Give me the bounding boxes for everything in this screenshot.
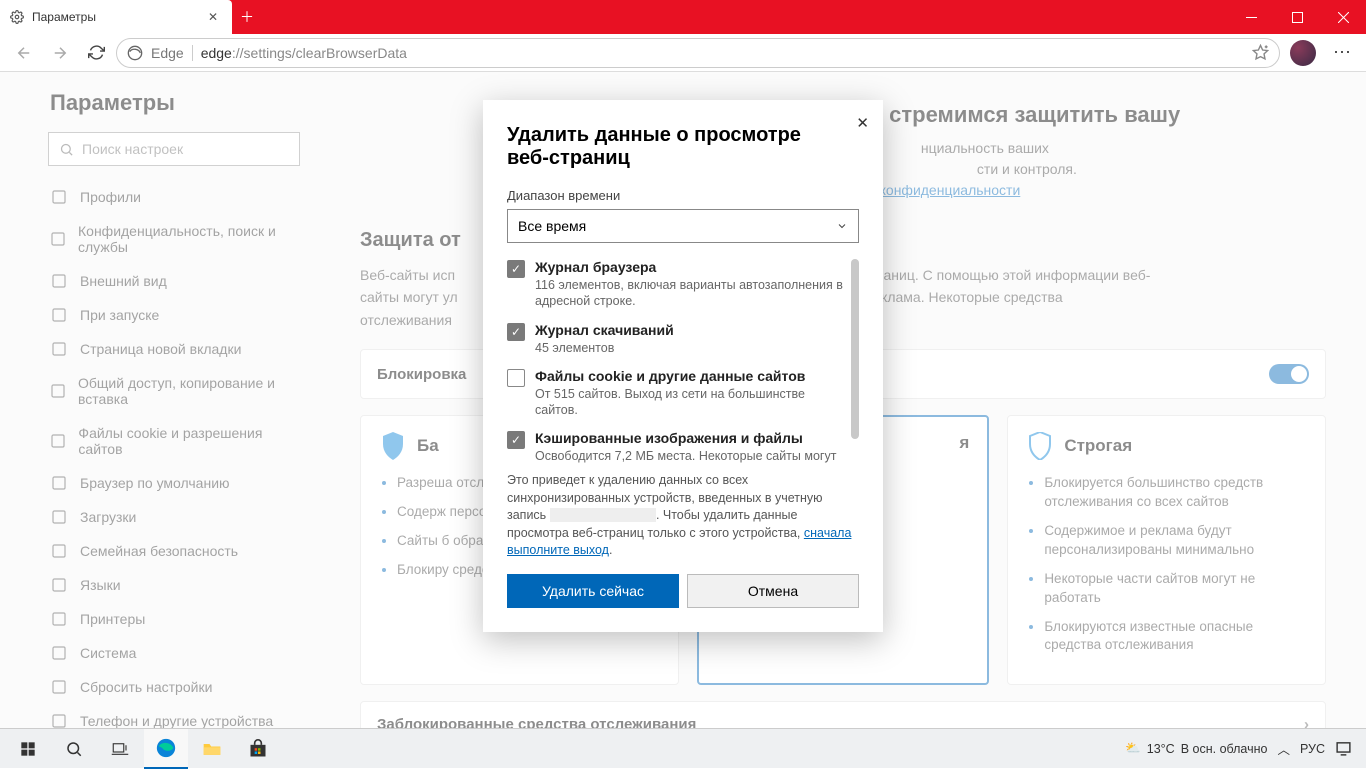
start-button[interactable] — [6, 729, 50, 769]
clear-item-title: Журнал скачиваний — [535, 322, 674, 338]
forward-button[interactable] — [44, 37, 76, 69]
checkbox-icon[interactable] — [507, 369, 525, 387]
taskview-button[interactable] — [98, 729, 142, 769]
refresh-button[interactable] — [80, 37, 112, 69]
clear-data-item[interactable]: Файлы cookie и другие данные сайтов От 51… — [507, 368, 849, 419]
store-taskbar-icon[interactable] — [236, 729, 280, 769]
checkbox-icon[interactable]: ✓ — [507, 431, 525, 449]
tab-title: Параметры — [32, 10, 96, 24]
weather-widget[interactable]: ⛅ 13°C В осн. облачно — [1125, 741, 1267, 756]
minimize-button[interactable] — [1228, 0, 1274, 34]
close-tab-icon[interactable]: ✕ — [204, 8, 222, 26]
profile-avatar[interactable] — [1290, 40, 1316, 66]
browser-tab[interactable]: Параметры ✕ — [0, 0, 232, 34]
back-button[interactable] — [8, 37, 40, 69]
clear-data-item[interactable]: ✓ Журнал браузера 116 элементов, включая в… — [507, 259, 849, 310]
clear-item-title: Кэшированные изображения и файлы — [535, 430, 836, 446]
clear-item-title: Журнал браузера — [535, 259, 849, 275]
checkbox-icon[interactable]: ✓ — [507, 260, 525, 278]
dialog-note: Это приведет к удалению данных со всех с… — [507, 472, 859, 560]
language-indicator[interactable]: РУС — [1300, 742, 1325, 756]
new-tab-button[interactable]: ＋ — [232, 0, 262, 34]
address-url: edge://settings/clearBrowserData — [201, 45, 407, 61]
tray-chevron-icon[interactable]: ︿ — [1277, 739, 1290, 758]
taskbar: ⛅ 13°C В осн. облачно ︿ РУС — [0, 728, 1366, 768]
titlebar: Параметры ✕ ＋ — [0, 0, 1366, 34]
weather-icon: ⛅ — [1125, 741, 1141, 756]
clear-item-title: Файлы cookie и другие данные сайтов — [535, 368, 849, 384]
clear-now-button[interactable]: Удалить сейчас — [507, 574, 679, 608]
checkbox-icon[interactable]: ✓ — [507, 323, 525, 341]
more-menu-button[interactable]: ⋯ — [1326, 42, 1358, 63]
maximize-button[interactable] — [1274, 0, 1320, 34]
clear-item-desc: От 515 сайтов. Выход из сети на большинс… — [535, 386, 849, 419]
chevron-down-icon — [836, 220, 848, 232]
time-range-select[interactable]: Все время — [507, 209, 859, 243]
favorite-icon[interactable] — [1252, 44, 1269, 61]
edge-logo-icon — [127, 45, 143, 61]
clear-data-dialog: ✕ Удалить данные о просмотре веб-страниц… — [483, 100, 883, 632]
gear-icon — [10, 10, 24, 24]
dialog-close-button[interactable]: ✕ — [856, 114, 869, 132]
clear-data-item[interactable]: ✓ Журнал скачиваний 45 элементов — [507, 322, 849, 356]
dialog-title: Удалить данные о просмотре веб-страниц — [507, 124, 827, 170]
time-range-label: Диапазон времени — [507, 188, 859, 203]
clear-item-desc: Освободится 7,2 МБ места. Некоторые сайт… — [535, 448, 836, 464]
notifications-icon[interactable] — [1335, 740, 1352, 757]
clear-data-item[interactable]: ✓ Кэшированные изображения и файлы Освобод… — [507, 430, 849, 464]
search-button[interactable] — [52, 729, 96, 769]
address-label: Edge — [151, 45, 193, 61]
address-bar[interactable]: Edge edge://settings/clearBrowserData — [116, 38, 1280, 68]
clear-item-desc: 45 элементов — [535, 340, 674, 356]
clear-item-desc: 116 элементов, включая варианты автозапо… — [535, 277, 849, 310]
toolbar: Edge edge://settings/clearBrowserData ⋯ — [0, 34, 1366, 72]
explorer-taskbar-icon[interactable] — [190, 729, 234, 769]
cancel-button[interactable]: Отмена — [687, 574, 859, 608]
edge-taskbar-icon[interactable] — [144, 729, 188, 769]
close-window-button[interactable] — [1320, 0, 1366, 34]
